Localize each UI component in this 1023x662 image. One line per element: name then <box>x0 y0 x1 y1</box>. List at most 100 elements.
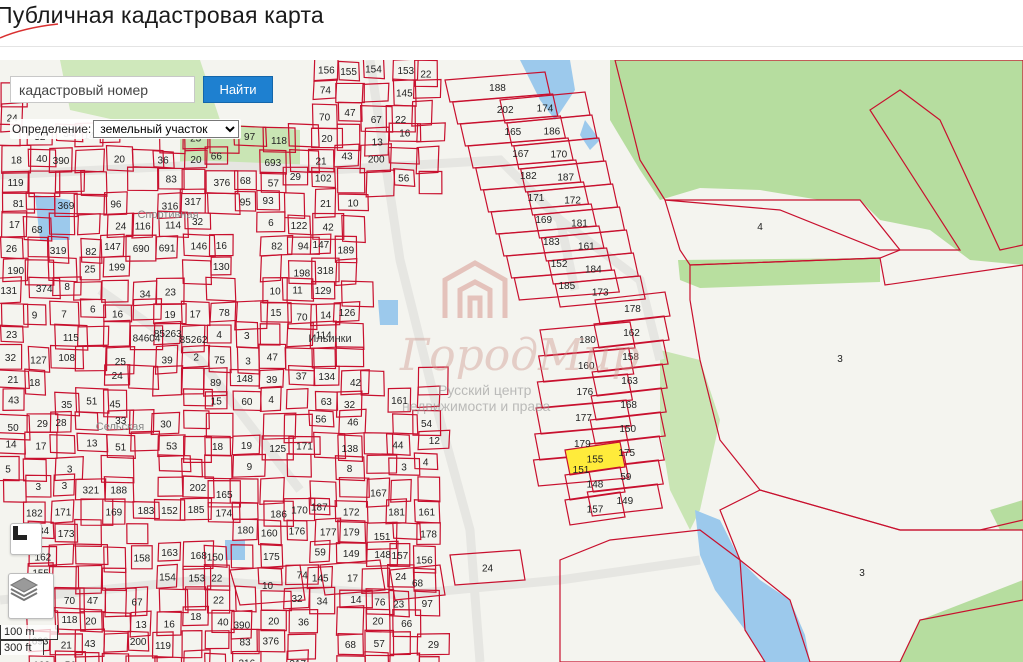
parcel-number: 59 <box>620 472 632 483</box>
parcel-number: 190 <box>7 266 24 277</box>
watermark-line-2: недвижимости и права <box>402 398 551 414</box>
parcel-number: 174 <box>215 509 232 520</box>
parcel-number: 78 <box>219 308 231 319</box>
parcel-number: 21 <box>320 199 332 210</box>
parcel-number: 25 <box>115 357 127 368</box>
parcel-number: 152 <box>551 259 568 270</box>
definition-select[interactable]: земельный участок <box>93 120 240 138</box>
parcel-number: 199 <box>109 263 126 274</box>
parcel-number: 165 <box>505 127 522 138</box>
parcel-number: 122 <box>291 221 308 232</box>
locality-label: Ильинки <box>308 333 351 345</box>
parcel-number: 149 <box>343 549 360 560</box>
layers-button[interactable] <box>8 573 54 619</box>
parcel-number: 24 <box>112 371 124 382</box>
scale-imperial: 300 ft <box>0 640 44 655</box>
parcel-number: 146 <box>190 241 207 252</box>
parcel-number: 151 <box>573 465 590 476</box>
watermark-brand: ГородМир <box>400 330 640 381</box>
parcel-number: 25 <box>84 264 96 275</box>
parcel-number: 56 <box>315 415 327 426</box>
parcel-number: 13 <box>136 620 148 631</box>
parcel-number: 374 <box>36 284 53 295</box>
parcel-number: 182 <box>26 509 43 520</box>
find-button[interactable]: Найти <box>203 76 273 103</box>
parcel-number: 43 <box>84 639 96 650</box>
parcel-number: 18 <box>11 155 23 166</box>
parcel-number: 5 <box>5 465 11 476</box>
parcel-number: 45 <box>109 399 121 410</box>
parcel-number: 8 <box>64 282 70 293</box>
parcel-number: 60 <box>241 397 253 408</box>
parcel-number: 82 <box>85 247 97 258</box>
parcel-number: 20 <box>190 155 202 166</box>
parcel-number: 157 <box>587 505 604 516</box>
parcel-number: 189 <box>337 245 354 256</box>
parcel-number: 34 <box>140 289 152 300</box>
parcel-number: 19 <box>164 310 176 321</box>
parcel-number: 15 <box>270 308 282 319</box>
cadastral-number-input[interactable] <box>10 76 195 103</box>
parcel-number: 46 <box>347 418 359 429</box>
parcel-number: 188 <box>110 485 127 496</box>
definition-row: Определение: земельный участок <box>10 119 242 139</box>
parcel-number: 4 <box>423 457 429 468</box>
parcel-number: 181 <box>388 507 405 518</box>
parcel-number: 134 <box>318 372 335 383</box>
parcel-number: 68 <box>31 225 43 236</box>
parcel-number: 690 <box>133 244 150 255</box>
parcel-number: 56 <box>398 174 410 185</box>
parcel-number: 177 <box>320 528 337 539</box>
parcel-number: 3 <box>67 465 73 476</box>
parcel-number: 7 <box>61 310 67 321</box>
parcel-number: 115 <box>63 333 79 344</box>
parcel-number: 47 <box>87 596 99 607</box>
parcel-number: 3 <box>245 356 251 367</box>
parcel-number: 178 <box>420 530 437 541</box>
parcel-number: 34 <box>317 597 329 608</box>
parcel-number: 161 <box>418 507 435 518</box>
parcel-number: 170 <box>550 150 567 161</box>
parcel-number: 67 <box>371 115 383 126</box>
parcel-number: 202 <box>497 105 514 116</box>
ruler-icon <box>13 526 27 540</box>
parcel-number: 18 <box>212 442 224 453</box>
parcel-number: 54 <box>421 419 433 430</box>
measure-button[interactable] <box>10 523 42 555</box>
parcel-number: 148 <box>236 374 253 385</box>
parcel-number: 200 <box>130 637 147 648</box>
parcel-number: 186 <box>544 127 561 138</box>
parcel-number: 153 <box>397 66 414 77</box>
parcel-number: 66 <box>401 619 413 630</box>
parcel-number: 116 <box>135 221 151 232</box>
parcel-number: 11 <box>292 285 303 296</box>
parcel-number: 23 <box>393 600 405 611</box>
parcel-number: 24 <box>482 564 494 575</box>
parcel-number: 74 <box>297 571 309 582</box>
parcel-number: 171 <box>55 508 72 519</box>
definition-label: Определение: <box>12 122 92 136</box>
parcel-number: 94 <box>298 242 310 253</box>
parcel-number: 188 <box>489 83 506 94</box>
parcel-number: 21 <box>316 157 328 168</box>
parcel-number: 10 <box>262 581 274 592</box>
parcel-number: 154 <box>159 572 176 583</box>
pond-center <box>378 300 398 325</box>
cadastral-map[interactable]: 4 3 3 188 202 165 167 182 171 169 183 152 185 174 186 1… <box>0 60 1023 662</box>
parcel-number: 17 <box>9 220 21 231</box>
parcel-number: 114 <box>165 220 181 231</box>
layers-icon <box>9 577 39 602</box>
parcel-number: 175 <box>263 552 280 563</box>
parcel-number: 172 <box>564 196 581 207</box>
parcel-number: 161 <box>578 242 595 253</box>
parcel-number: 174 <box>537 104 554 115</box>
parcel-number: 20 <box>268 617 280 628</box>
parcel-number: 30 <box>160 419 172 430</box>
parcel-number: 97 <box>422 599 434 610</box>
street-label: Сельская <box>96 421 145 433</box>
parcel-number: 14 <box>320 311 332 322</box>
parcel-number: 16 <box>399 128 411 139</box>
parcel-number: 9 <box>32 311 38 322</box>
parcel-number: 108 <box>58 353 75 364</box>
parcel-number: 29 <box>428 640 440 651</box>
